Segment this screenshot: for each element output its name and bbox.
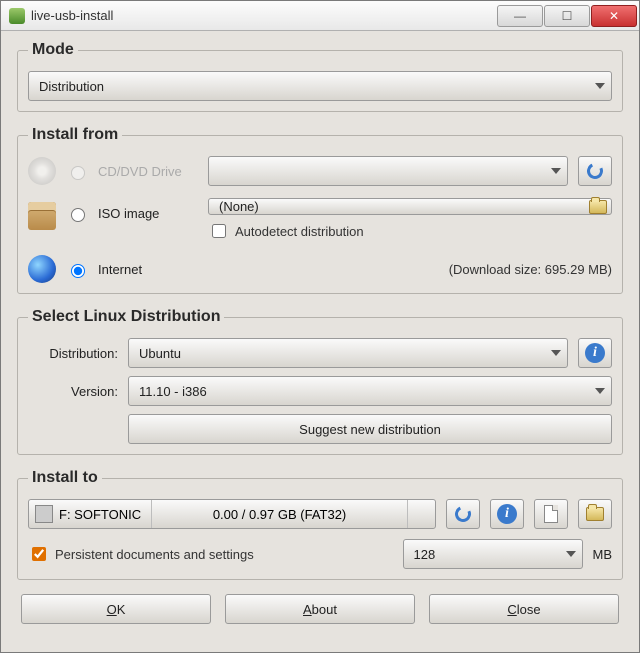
- device-new-button[interactable]: [534, 499, 568, 529]
- device-name: F: SOFTONIC: [59, 507, 151, 522]
- source-cd-label: CD/DVD Drive: [98, 164, 198, 179]
- chevron-down-icon: [595, 83, 605, 89]
- install-from-group: Install from CD/DVD Drive ISO image: [17, 126, 623, 294]
- device-info-button[interactable]: i: [490, 499, 524, 529]
- mode-value: Distribution: [39, 79, 104, 94]
- source-internet-radio[interactable]: [71, 264, 85, 278]
- version-value: 11.10 - i386: [139, 384, 207, 399]
- cd-drive-combo: [208, 156, 568, 186]
- window-title: live-usb-install: [31, 8, 497, 23]
- cd-refresh-button[interactable]: [578, 156, 612, 186]
- install-to-legend: Install to: [28, 469, 102, 487]
- mode-combo[interactable]: Distribution: [28, 71, 612, 101]
- minimize-button[interactable]: —: [497, 5, 543, 27]
- maximize-button[interactable]: ☐: [544, 5, 590, 27]
- info-icon: i: [497, 504, 517, 524]
- cd-icon: [28, 157, 56, 185]
- distro-legend: Select Linux Distribution: [28, 308, 224, 326]
- persist-check-row: Persistent documents and settings: [28, 544, 393, 564]
- close-button[interactable]: Close: [429, 594, 619, 624]
- iso-inner: (None) Autodetect distribution: [208, 198, 612, 241]
- iso-path-field[interactable]: (None): [208, 198, 612, 215]
- source-internet-label: Internet: [98, 262, 198, 277]
- distribution-value: Ubuntu: [139, 346, 181, 361]
- persist-checkbox[interactable]: [32, 547, 46, 561]
- device-arrow: [407, 500, 431, 528]
- package-icon: [28, 202, 56, 230]
- chevron-down-icon: [566, 551, 576, 557]
- refresh-icon: [585, 161, 606, 182]
- ok-button[interactable]: OK: [21, 594, 211, 624]
- persist-size-combo[interactable]: 128: [403, 539, 583, 569]
- source-iso-row: ISO image (None) Autodetect distribution: [28, 198, 612, 241]
- version-row: Version: 11.10 - i386: [28, 376, 612, 406]
- suggest-row: Suggest new distribution: [28, 414, 612, 444]
- chevron-down-icon: [551, 168, 561, 174]
- folder-icon: [586, 507, 604, 521]
- app-icon: [9, 8, 25, 24]
- titlebar: live-usb-install — ☐ ✕: [1, 1, 639, 31]
- globe-icon: [28, 255, 56, 283]
- distribution-row: Distribution: Ubuntu i: [28, 338, 612, 368]
- persist-label: Persistent documents and settings: [55, 547, 254, 562]
- persist-row: Persistent documents and settings 128 MB: [28, 539, 612, 569]
- file-icon: [544, 505, 558, 523]
- device-row: F: SOFTONIC 0.00 / 0.97 GB (FAT32) i: [28, 499, 612, 529]
- suggest-distribution-button[interactable]: Suggest new distribution: [128, 414, 612, 444]
- window-controls: — ☐ ✕: [497, 5, 637, 27]
- autodetect-row: Autodetect distribution: [208, 221, 612, 241]
- iso-path-value: (None): [219, 199, 259, 214]
- autodetect-label: Autodetect distribution: [235, 224, 364, 239]
- version-label: Version:: [28, 384, 118, 399]
- drive-icon: [35, 505, 53, 523]
- info-icon: i: [585, 343, 605, 363]
- device-combo[interactable]: F: SOFTONIC 0.00 / 0.97 GB (FAT32): [28, 499, 436, 529]
- refresh-icon: [453, 504, 474, 525]
- distro-group: Select Linux Distribution Distribution: …: [17, 308, 623, 455]
- device-size: 0.00 / 0.97 GB (FAT32): [151, 500, 407, 528]
- close-window-button[interactable]: ✕: [591, 5, 637, 27]
- distribution-info-button[interactable]: i: [578, 338, 612, 368]
- dialog-buttons: OK About Close: [17, 594, 623, 624]
- distribution-combo[interactable]: Ubuntu: [128, 338, 568, 368]
- mode-legend: Mode: [28, 41, 78, 59]
- autodetect-checkbox[interactable]: [212, 224, 226, 238]
- source-iso-radio[interactable]: [71, 208, 85, 222]
- persist-unit: MB: [593, 547, 613, 562]
- content-area: Mode Distribution Install from CD/DVD Dr…: [1, 31, 639, 652]
- install-to-group: Install to F: SOFTONIC 0.00 / 0.97 GB (F…: [17, 469, 623, 580]
- mode-group: Mode Distribution: [17, 41, 623, 112]
- download-size-text: (Download size: 695.29 MB): [449, 262, 612, 277]
- device-browse-button[interactable]: [578, 499, 612, 529]
- install-from-legend: Install from: [28, 126, 122, 144]
- source-iso-label: ISO image: [98, 206, 198, 221]
- app-window: live-usb-install — ☐ ✕ Mode Distribution…: [0, 0, 640, 653]
- version-combo[interactable]: 11.10 - i386: [128, 376, 612, 406]
- folder-icon: [589, 200, 607, 214]
- source-cd-row: CD/DVD Drive: [28, 156, 612, 186]
- device-refresh-button[interactable]: [446, 499, 480, 529]
- about-button[interactable]: About: [225, 594, 415, 624]
- chevron-down-icon: [595, 388, 605, 394]
- source-internet-row: Internet (Download size: 695.29 MB): [28, 255, 612, 283]
- distribution-label: Distribution:: [28, 346, 118, 361]
- chevron-down-icon: [551, 350, 561, 356]
- persist-size-value: 128: [414, 547, 436, 562]
- source-cd-radio: [71, 166, 85, 180]
